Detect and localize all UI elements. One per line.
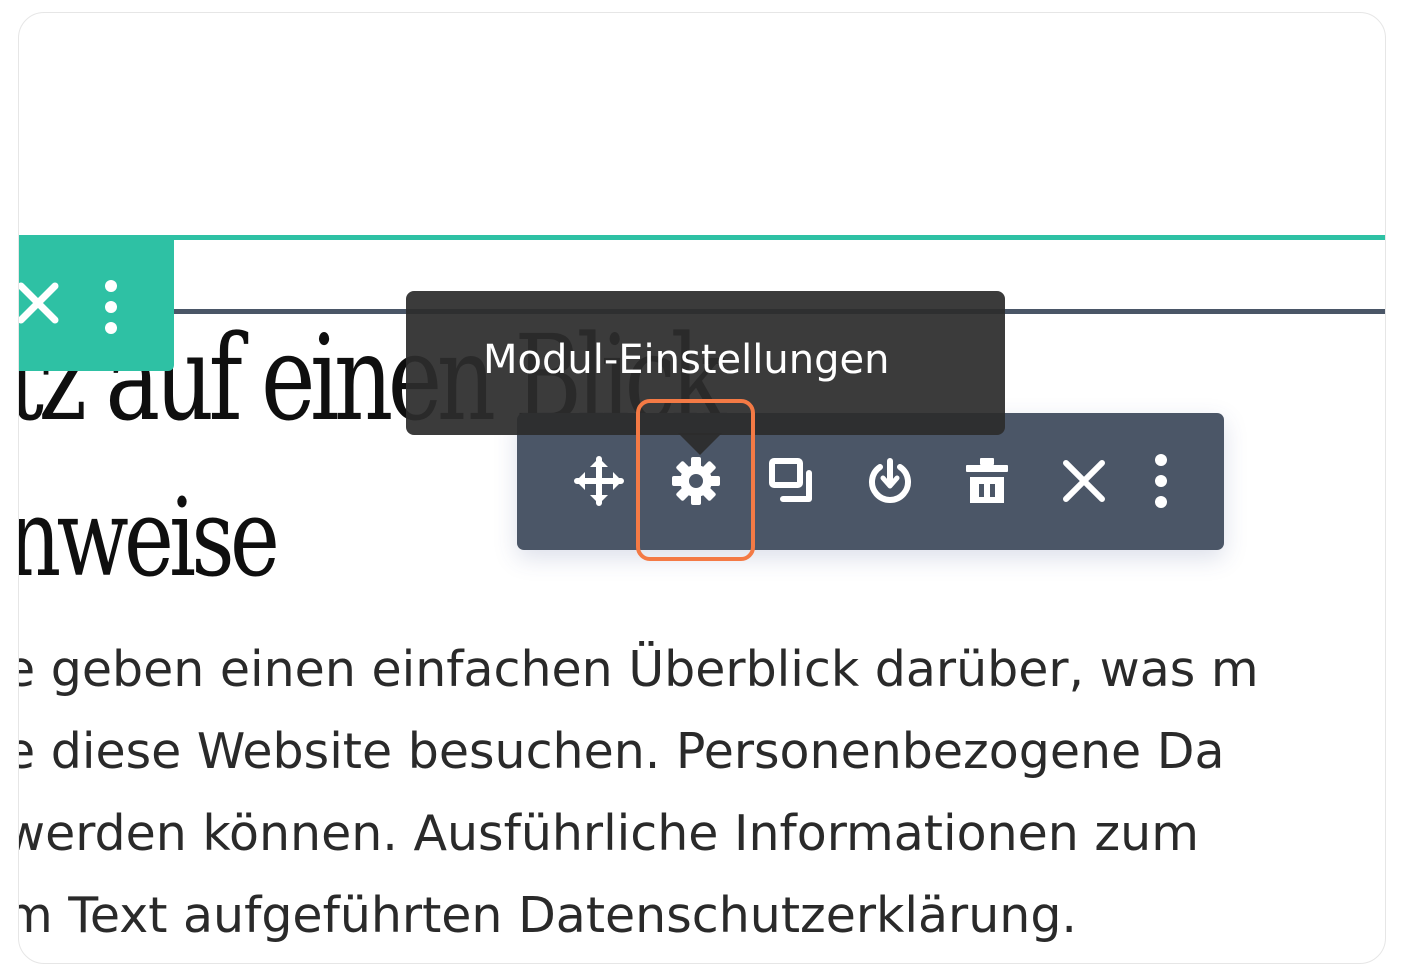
body-line-1: e geben einen einfachen Überblick darübe… [18,641,1259,698]
duplicate-icon [769,458,812,502]
close-icon [1063,460,1105,502]
more-vertical-icon [1155,454,1167,508]
close-module-button[interactable] [1054,449,1114,513]
highlight-box [636,399,755,561]
more-options-button[interactable] [1131,449,1191,513]
close-icon[interactable] [18,279,61,329]
page-frame: tz auf einen Blick nweise e geben einen … [18,12,1386,964]
tooltip-label: Modul-Einstellungen [483,337,890,383]
power-icon [869,458,911,503]
more-vertical-icon[interactable] [99,279,123,335]
body-line-4: m Text aufgeführten Datenschutzerklärung… [18,887,1077,944]
move-icon [574,456,624,506]
body-line-2: e diese Website besuchen. Personenbezoge… [18,723,1225,780]
row-outline-top [19,235,1385,240]
save-to-library-button[interactable] [860,449,920,513]
page-heading-line-2: nweise [18,476,280,601]
body-line-3: werden können. Ausführliche Informatione… [18,805,1199,862]
move-button[interactable] [569,449,629,513]
row-toolbar [19,235,174,371]
body-paragraph: e geben einen einfachen Überblick darübe… [18,629,1259,957]
duplicate-button[interactable] [763,449,823,513]
trash-icon [966,458,1008,503]
delete-button[interactable] [957,449,1017,513]
